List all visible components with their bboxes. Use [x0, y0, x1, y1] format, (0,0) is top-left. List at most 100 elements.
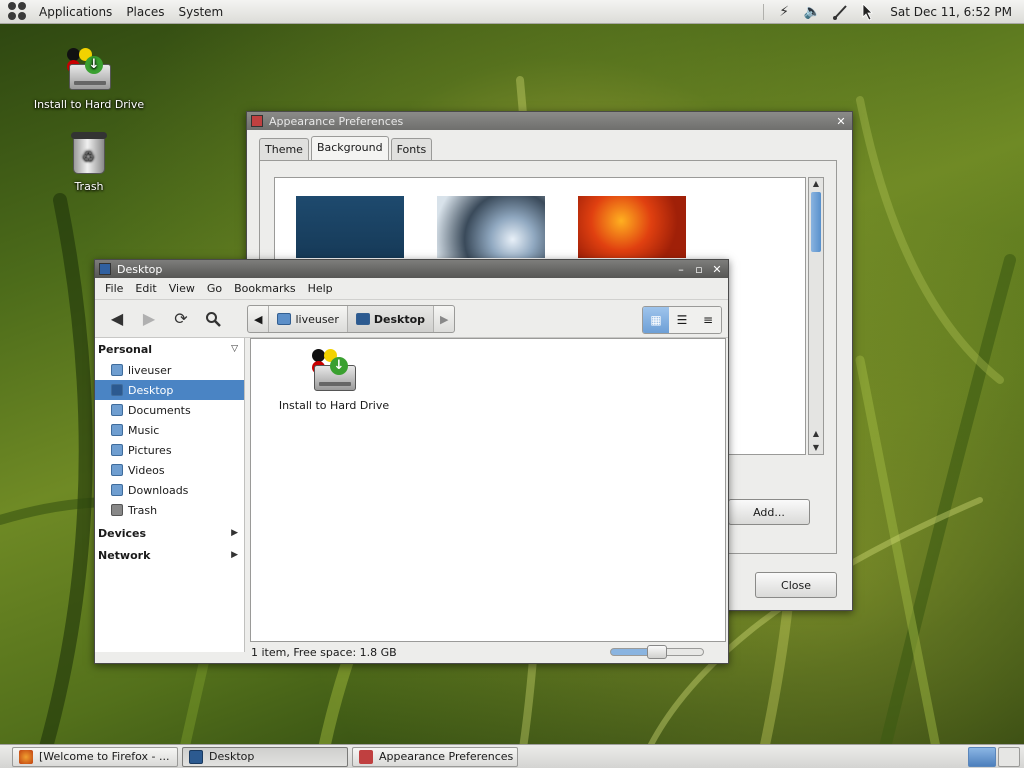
workspace-2[interactable] — [998, 747, 1020, 767]
search-icon[interactable] — [197, 305, 229, 333]
task-label: Desktop — [209, 750, 255, 763]
file-manager-window: Desktop – ▫ ✕ File Edit View Go Bookmark… — [94, 259, 729, 664]
zoom-slider-handle[interactable] — [647, 645, 667, 659]
path-right-arrow-icon[interactable]: ▶ — [434, 306, 454, 332]
task-desktop[interactable]: Desktop — [182, 746, 348, 767]
close-button[interactable]: Close — [755, 572, 837, 598]
sidebar-item-label: liveuser — [128, 363, 172, 377]
sidebar-item-label: Videos — [128, 463, 165, 477]
sidebar-section-personal[interactable]: Personal ▽ — [95, 338, 244, 360]
view-switcher: ▦ ☰ ≡ — [642, 306, 722, 334]
collapse-icon[interactable]: ▽ — [231, 344, 238, 354]
tab-background[interactable]: Background — [310, 136, 389, 160]
menu-go[interactable]: Go — [201, 282, 228, 295]
zoom-slider[interactable] — [610, 645, 704, 659]
minimize-icon[interactable]: – — [674, 263, 688, 276]
add-button[interactable]: Add... — [728, 499, 810, 525]
sidebar-item-pictures[interactable]: Pictures — [95, 440, 244, 460]
appearance-icon — [251, 115, 263, 127]
drive-install-icon: ↓ — [65, 46, 113, 94]
menu-view[interactable]: View — [163, 282, 201, 295]
folder-icon — [189, 749, 203, 764]
path-left-arrow-icon[interactable]: ◀ — [248, 306, 270, 332]
desktop-folder-icon — [111, 384, 123, 396]
compact-view-icon[interactable]: ≡ — [695, 307, 721, 333]
bottom-panel: [Welcome to Firefox - ... Desktop Appear… — [0, 744, 1024, 768]
power-icon[interactable]: ⚡ — [773, 1, 795, 23]
mouse-pointer-icon — [857, 1, 879, 23]
icon-view-icon[interactable]: ▦ — [643, 307, 669, 333]
desktop-icon-trash[interactable]: ♻ Trash — [29, 128, 149, 193]
sidebar-item-music[interactable]: Music — [95, 420, 244, 440]
sidebar-item-label: Downloads — [128, 483, 189, 497]
appearance-tabs: Theme Background Fonts — [259, 136, 434, 162]
system-tray: ⚡ 🔈 Sat Dec 11, 6:52 PM — [757, 0, 1024, 24]
firefox-icon — [19, 749, 33, 764]
forward-icon[interactable]: ▶ — [133, 305, 165, 333]
wallpaper-thumb-blue[interactable] — [296, 196, 404, 258]
maximize-icon[interactable]: ▫ — [692, 263, 706, 276]
desktop-icon-install[interactable]: ↓ Install to Hard Drive — [29, 46, 149, 111]
wallpaper-thumb-drop[interactable] — [437, 196, 545, 258]
scroll-down-icon[interactable]: ▼ — [809, 442, 823, 454]
network-icon[interactable] — [829, 1, 851, 23]
task-firefox[interactable]: [Welcome to Firefox - ... — [12, 746, 178, 767]
path-button-liveuser[interactable]: liveuser — [269, 306, 348, 332]
applications-menu[interactable]: Applications — [32, 5, 119, 19]
tab-theme[interactable]: Theme — [259, 138, 309, 162]
task-appearance[interactable]: Appearance Preferences — [352, 746, 518, 767]
expand-icon[interactable]: ▶ — [231, 528, 238, 538]
window-title: Appearance Preferences — [269, 114, 404, 128]
close-icon[interactable]: ✕ — [710, 263, 724, 276]
task-label: [Welcome to Firefox - ... — [39, 750, 170, 763]
sidebar-item-label: Desktop — [128, 383, 174, 397]
desktop-folder-icon — [355, 313, 370, 325]
wallpaper-thumb-flower[interactable] — [578, 196, 686, 258]
sidebar-item-desktop[interactable]: Desktop — [95, 380, 244, 400]
appearance-titlebar[interactable]: Appearance Preferences ✕ — [247, 112, 852, 130]
sidebar-item-downloads[interactable]: Downloads — [95, 480, 244, 500]
home-folder-icon — [111, 364, 123, 376]
scroll-up-icon[interactable]: ▲ — [809, 178, 823, 190]
folder-icon — [99, 263, 111, 275]
reload-icon[interactable]: ⟳ — [165, 305, 197, 333]
fedora-logo-icon[interactable] — [8, 1, 28, 22]
back-icon[interactable]: ◀ — [101, 305, 133, 333]
close-icon[interactable]: ✕ — [834, 115, 848, 128]
sidebar-item-videos[interactable]: Videos — [95, 460, 244, 480]
file-view[interactable]: ↓ Install to Hard Drive — [250, 338, 726, 642]
top-panel: Applications Places System ⚡ 🔈 Sat Dec 1… — [0, 0, 1024, 24]
list-view-icon[interactable]: ☰ — [669, 307, 695, 333]
desktop-icon-label: Trash — [74, 180, 104, 193]
wallpaper-scrollbar[interactable]: ▲ ▲ ▼ — [808, 177, 824, 455]
menubar: File Edit View Go Bookmarks Help — [95, 278, 728, 300]
documents-folder-icon — [111, 404, 123, 416]
sidebar-item-trash[interactable]: Trash — [95, 500, 244, 520]
menu-file[interactable]: File — [99, 282, 129, 295]
file-item[interactable]: ↓ Install to Hard Drive — [277, 347, 391, 412]
sidebar-item-liveuser[interactable]: liveuser — [95, 360, 244, 380]
file-manager-titlebar[interactable]: Desktop – ▫ ✕ — [95, 260, 728, 278]
system-menu[interactable]: System — [171, 5, 230, 19]
toolbar: ◀ ▶ ⟳ ◀ liveuser Desktop ▶ ▦ ☰ ≡ — [95, 300, 728, 338]
menu-help[interactable]: Help — [302, 282, 339, 295]
menu-edit[interactable]: Edit — [129, 282, 162, 295]
workspace-1[interactable] — [968, 747, 996, 767]
path-button-desktop[interactable]: Desktop — [347, 306, 435, 332]
music-folder-icon — [111, 424, 123, 436]
sidebar-item-label: Documents — [128, 403, 191, 417]
volume-icon[interactable]: 🔈 — [801, 1, 823, 23]
scroll-up-icon[interactable]: ▲ — [809, 428, 823, 440]
sidebar-section-network[interactable]: Network ▶ — [95, 544, 244, 566]
home-folder-icon — [277, 313, 292, 325]
clock[interactable]: Sat Dec 11, 6:52 PM — [882, 5, 1024, 19]
tab-fonts[interactable]: Fonts — [390, 138, 433, 162]
places-menu[interactable]: Places — [119, 5, 171, 19]
menu-bookmarks[interactable]: Bookmarks — [228, 282, 301, 295]
sidebar-item-label: Pictures — [128, 443, 172, 457]
sidebar-section-devices[interactable]: Devices ▶ — [95, 522, 244, 544]
scroll-thumb[interactable] — [811, 192, 821, 252]
expand-icon[interactable]: ▶ — [231, 550, 238, 560]
section-label: Devices — [98, 526, 147, 540]
sidebar-item-documents[interactable]: Documents — [95, 400, 244, 420]
